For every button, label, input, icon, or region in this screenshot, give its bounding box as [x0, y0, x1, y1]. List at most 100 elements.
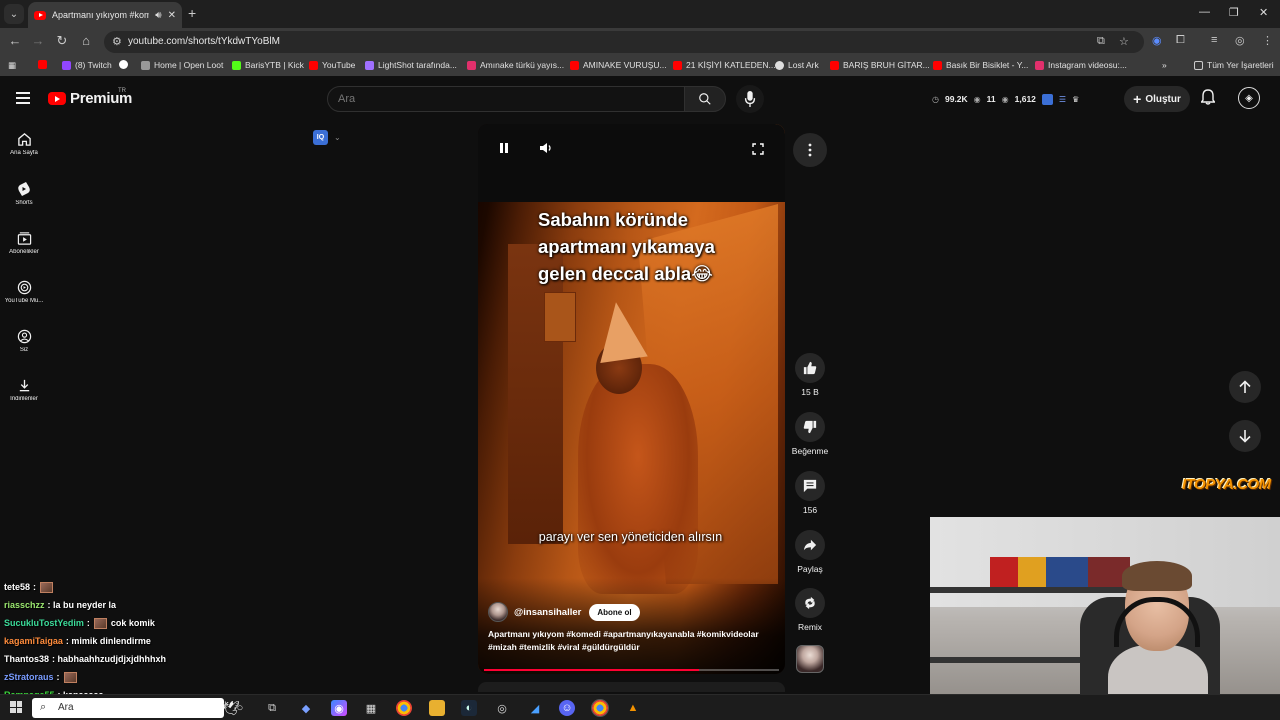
guide-shorts[interactable]: Shorts [0, 181, 48, 206]
bookmark-item[interactable]: Basık Bir Bisiklet - Y... [933, 60, 1028, 70]
extension-stats[interactable]: ◷ 99.2K ◉ 11 ◉ 1,612 ☰ ♛ [932, 89, 1079, 109]
comments-action[interactable]: 156 [790, 471, 830, 515]
site-info-icon[interactable]: ⚙︎ [112, 35, 122, 48]
subscribe-button[interactable]: Abone ol [589, 603, 640, 621]
copilot-icon[interactable]: ◉ [331, 700, 347, 716]
sound-source-thumbnail[interactable] [796, 645, 824, 673]
bookmark-star-icon[interactable]: ☆ [1119, 35, 1129, 48]
iq-extension-widget[interactable]: IQ ⌄ [313, 130, 341, 145]
steam-icon[interactable]: ◐ [461, 700, 477, 716]
account-avatar[interactable]: ◈ [1238, 87, 1260, 109]
apps-grid-icon[interactable]: ▦ [8, 60, 16, 71]
bookmark-item[interactable] [38, 60, 51, 69]
remix-button[interactable] [795, 588, 825, 618]
search-button[interactable] [684, 86, 726, 112]
remix-action[interactable]: Remix [790, 588, 830, 632]
like-button[interactable] [795, 353, 825, 383]
home-icon[interactable]: ⌂ [77, 33, 95, 48]
forward-arrow-icon[interactable]: → [29, 33, 47, 48]
address-bar[interactable]: ⚙︎ youtube.com/shorts/tYkdwTYoBlM ⧉ ☆ [104, 31, 1144, 53]
all-bookmarks-folder[interactable]: Tüm Yer İşaretleri [1194, 60, 1274, 70]
reload-icon[interactable]: ↻ [53, 33, 71, 49]
extension-icon[interactable]: ◉ [1152, 34, 1162, 47]
guide-subscriptions[interactable]: Abonelikler [0, 231, 48, 255]
shorts-video-player[interactable]: Sabahın köründe apartmanı yıkamaya gelen… [478, 124, 785, 674]
new-tab-button[interactable]: + [188, 5, 196, 21]
bookmark-item[interactable]: Home | Open Loot [141, 60, 223, 70]
search-input[interactable] [338, 93, 638, 105]
more-bookmarks-icon[interactable]: » [1162, 60, 1167, 70]
notifications-bell-icon[interactable] [1200, 89, 1216, 108]
video-progress-bar[interactable] [484, 669, 779, 671]
trophy-icon[interactable]: ♛ [1072, 95, 1079, 104]
install-app-icon[interactable]: ⧉ [1097, 35, 1105, 48]
obs-icon[interactable]: ◎ [494, 700, 510, 716]
dislike-action[interactable]: Beğenme [790, 412, 830, 456]
previous-short-button[interactable] [1229, 371, 1261, 403]
bookmark-item[interactable]: BARIŞ BRUH GİTAR... [830, 60, 930, 70]
chrome-icon[interactable] [396, 700, 412, 716]
app-icon[interactable]: ▲ [625, 700, 641, 716]
like-action[interactable]: 15 B [790, 353, 830, 397]
guide-menu-icon[interactable] [16, 92, 30, 104]
volume-button[interactable] [539, 142, 553, 157]
windows-start-icon[interactable] [10, 701, 22, 713]
share-button[interactable] [795, 530, 825, 560]
app-icon[interactable]: ◆ [298, 700, 314, 716]
back-arrow-icon[interactable]: ← [6, 33, 24, 48]
cortana-icon[interactable]: ○ [232, 700, 248, 716]
stat-count-b: 1,612 [1014, 94, 1036, 104]
file-explorer-icon[interactable] [429, 700, 445, 716]
next-short-button[interactable] [1229, 420, 1261, 452]
channel-name[interactable]: @insansihaller [514, 607, 581, 618]
chrome-active-icon[interactable] [591, 699, 609, 717]
url-text[interactable]: youtube.com/shorts/tYkdwTYoBlM [128, 36, 280, 47]
close-window-icon[interactable]: ✕ [1259, 6, 1268, 19]
bookmark-item[interactable]: Lost Ark [775, 60, 819, 70]
browser-menu-icon[interactable]: ⋮ [1262, 34, 1273, 47]
guide-youtube-music[interactable]: YouTube Mu... [0, 280, 48, 304]
search-box[interactable] [327, 86, 685, 112]
discord-icon[interactable]: ☺ [559, 700, 575, 716]
tab-search-button[interactable]: ⌄ [4, 4, 24, 24]
bookmark-item[interactable]: LightShot tarafında... [365, 60, 457, 70]
share-action[interactable]: Paylaş [790, 530, 830, 574]
minimize-window-icon[interactable]: — [1199, 6, 1210, 18]
profile-icon[interactable]: ◎ [1235, 34, 1245, 47]
video-description[interactable]: Apartmanı yıkıyom #komedi #apartmanyıkay… [488, 628, 778, 654]
voice-search-button[interactable] [736, 85, 764, 113]
taskbar-search-box[interactable]: ⌕ Ara 🕊︎ [32, 698, 240, 718]
browser-tab-active[interactable]: Apartmanı yıkıyom #komedi 🔊︎ ✕ [28, 2, 182, 28]
reading-list-icon[interactable]: ≡ [1211, 34, 1217, 46]
restore-window-icon[interactable]: ❐ [1229, 6, 1239, 19]
store-icon[interactable]: ▦ [363, 700, 379, 716]
more-options-button[interactable] [793, 133, 827, 167]
iq-badge: IQ [313, 130, 328, 145]
bookmark-item[interactable]: 21 KİŞİYİ KATLEDEN... [673, 60, 776, 70]
bookmark-item[interactable]: YouTube [309, 60, 355, 70]
guide-home[interactable]: Ana Sayfa [0, 132, 48, 156]
fullscreen-button[interactable] [752, 143, 764, 158]
guide-downloads[interactable]: İndirilenler [0, 378, 48, 402]
youtube-header: Premium TR ◷ 99.2K ◉ 11 ◉ 1,612 ☰ ♛ + Ol… [0, 76, 1280, 122]
channel-avatar[interactable] [488, 602, 508, 622]
bookmark-item[interactable]: AMINAKE VURUŞU... [570, 60, 667, 70]
task-view-icon[interactable]: ⧉ [264, 700, 280, 716]
bookmark-item[interactable]: Instagram videosu:... [1035, 60, 1127, 70]
bookmark-item[interactable]: (8) Twitch [62, 60, 112, 70]
bookmark-item[interactable]: Amınake türkü yayıs... [467, 60, 564, 70]
app-icon[interactable]: ◢ [527, 700, 543, 716]
dislike-button[interactable] [795, 412, 825, 442]
guide-you[interactable]: Siz [0, 329, 48, 353]
next-short-preview[interactable] [478, 682, 785, 692]
create-button[interactable]: + Oluştur [1124, 86, 1190, 112]
list-icon[interactable]: ☰ [1059, 95, 1066, 104]
iq-extension-icon[interactable] [1041, 93, 1053, 105]
extensions-puzzle-icon[interactable]: ⧠ [1176, 34, 1185, 47]
bookmark-item[interactable] [119, 60, 132, 69]
pause-button[interactable] [498, 142, 510, 157]
bookmark-item[interactable]: BarisYTB | Kick [232, 60, 304, 70]
tab-close-icon[interactable]: ✕ [168, 10, 176, 21]
tab-audio-icon[interactable]: 🔊︎ [155, 10, 161, 21]
comments-button[interactable] [795, 471, 825, 501]
